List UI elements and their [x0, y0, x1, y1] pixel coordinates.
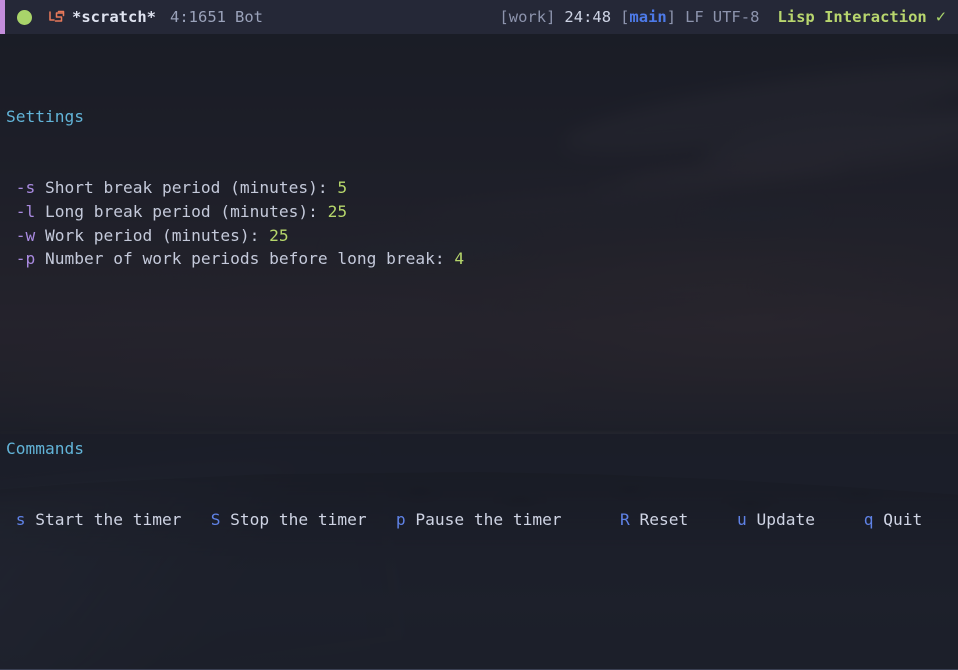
cursor-position: 4:1651 — [170, 8, 226, 26]
command-quit[interactable]: q Quit — [864, 510, 922, 529]
command-gap — [815, 510, 864, 529]
command-pause-the-timer[interactable]: p Pause the timer — [396, 510, 562, 529]
buffer-modified-indicator-icon — [17, 9, 32, 25]
vc-branch-name[interactable]: main — [629, 8, 666, 26]
scratch-buffer[interactable]: Settings -s Short break period (minutes)… — [0, 34, 958, 670]
settings-label: Work period (minutes): — [35, 225, 270, 245]
settings-label: Number of work periods before long break… — [35, 249, 455, 269]
settings-value[interactable]: 25 — [328, 202, 348, 221]
command-update[interactable]: u Update — [737, 510, 815, 529]
scroll-position: Bot — [235, 8, 263, 26]
settings-value[interactable]: 25 — [269, 226, 289, 245]
command-reset[interactable]: R Reset — [620, 510, 688, 529]
settings-label: Long break period (minutes): — [35, 201, 328, 221]
settings-row: -w Work period (minutes): 25 — [6, 224, 958, 248]
command-key[interactable]: R — [620, 510, 630, 529]
command-start-the-timer[interactable]: s Start the timer — [16, 510, 182, 529]
modeline-left-group: *scratch* 4:1651 Bot — [5, 8, 263, 26]
encoding-indicator: UTF-8 — [712, 8, 760, 26]
command-key[interactable]: p — [396, 510, 406, 529]
settings-indent — [6, 249, 16, 268]
command-gap — [688, 510, 737, 529]
emacs-frame: *scratch* 4:1651 Bot [work] 24:48 [ main… — [0, 0, 958, 670]
settings-indent — [6, 202, 16, 221]
settings-row: -s Short break period (minutes): 5 — [6, 176, 958, 200]
settings-list: -s Short break period (minutes): 5 -l Lo… — [6, 176, 958, 271]
command-key[interactable]: u — [737, 510, 747, 529]
settings-flag[interactable]: -w — [16, 226, 36, 245]
major-mode-name[interactable]: Lisp Interaction — [777, 8, 926, 26]
settings-label: Short break period (minutes): — [35, 178, 338, 198]
command-label: Update — [746, 509, 816, 529]
settings-flag[interactable]: -s — [16, 178, 36, 197]
command-label: Start the timer — [25, 509, 182, 529]
command-gap — [367, 510, 396, 529]
command-stop-the-timer[interactable]: S Stop the timer — [211, 510, 367, 529]
settings-value[interactable]: 4 — [454, 249, 464, 268]
command-label: Reset — [629, 509, 689, 529]
settings-indent — [6, 226, 16, 245]
checkmark-icon: ✓ — [935, 7, 946, 27]
command-label: Pause the timer — [405, 509, 562, 529]
settings-flag[interactable]: -l — [16, 202, 36, 221]
settings-row: -p Number of work periods before long br… — [6, 247, 958, 271]
settings-heading: Settings — [6, 105, 958, 129]
command-key[interactable]: S — [211, 510, 221, 529]
settings-row: -l Long break period (minutes): 25 — [6, 200, 958, 224]
project-name[interactable]: [work] — [499, 8, 555, 26]
org-timer: 24:48 — [564, 8, 612, 26]
buffer-name[interactable]: *scratch* — [72, 8, 156, 26]
lisp-mode-icon — [48, 10, 65, 25]
modeline: *scratch* 4:1651 Bot [work] 24:48 [ main… — [0, 0, 958, 34]
line-ending-indicator: LF — [685, 8, 704, 26]
command-gap — [6, 510, 16, 529]
command-label: Stop the timer — [220, 509, 367, 529]
commands-row: s Start the timer S Stop the timer p Pau… — [6, 508, 958, 532]
command-label: Quit — [873, 509, 923, 529]
command-gap — [562, 510, 620, 529]
branch-bracket-open: [ — [620, 8, 630, 26]
settings-flag[interactable]: -p — [16, 249, 36, 268]
command-key[interactable]: s — [16, 510, 26, 529]
command-gap — [181, 510, 210, 529]
commands-heading: Commands — [6, 437, 958, 461]
settings-indent — [6, 178, 16, 197]
settings-value[interactable]: 5 — [337, 178, 347, 197]
commands-heading-text: Commands — [6, 438, 84, 458]
modeline-right-group: [work] 24:48 [ main ] LF UTF-8 Lisp Inte… — [499, 7, 958, 27]
settings-heading-text: Settings — [6, 107, 84, 127]
branch-bracket-close: ] — [666, 8, 677, 26]
